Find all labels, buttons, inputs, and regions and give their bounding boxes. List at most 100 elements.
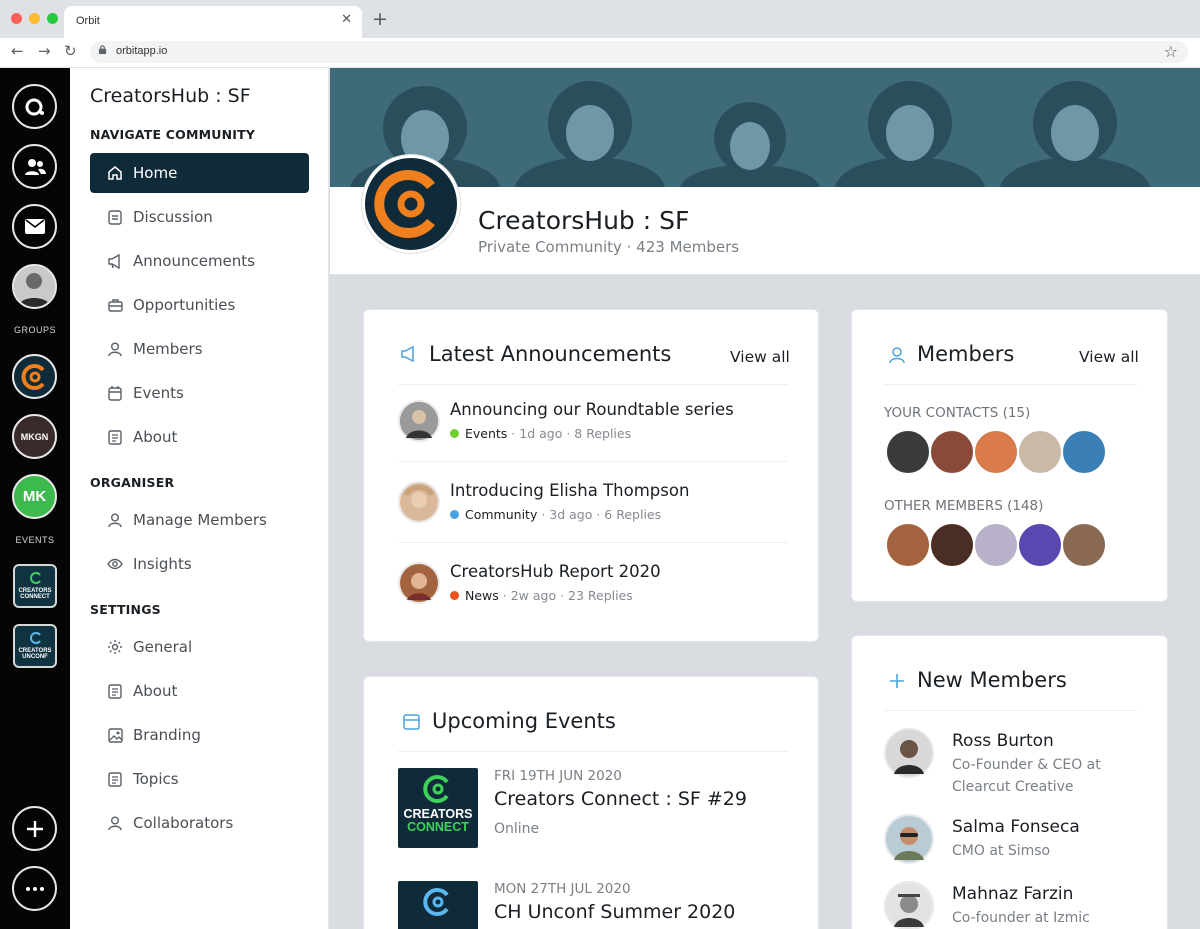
browser-tab[interactable]: Orbit ✕ <box>64 6 362 38</box>
plus-icon <box>890 674 904 688</box>
divider <box>398 751 788 752</box>
sidebar-item-manage-members[interactable]: Manage Members <box>90 500 309 540</box>
back-icon[interactable]: ← <box>11 42 24 60</box>
announcement-meta: Events · 1d ago · 8 Replies <box>450 426 631 441</box>
sidebar-item-branding[interactable]: Branding <box>90 715 309 755</box>
event-item[interactable]: MON 27TH JUL 2020 CH Unconf Summer 2020 <box>398 881 788 929</box>
new-members-card: New Members Ross Burton Co-Founder & CEO… <box>851 635 1168 929</box>
sidebar-item-general[interactable]: General <box>90 627 309 667</box>
category-dot-icon <box>450 591 459 600</box>
new-tab-button[interactable]: + <box>372 8 388 30</box>
avatar[interactable] <box>973 429 1019 475</box>
divider <box>398 461 788 462</box>
person-icon <box>107 341 123 357</box>
announcement-meta: News · 2w ago · 23 Replies <box>450 588 633 603</box>
document-icon <box>107 771 123 787</box>
sidebar-item-label: Manage Members <box>133 511 267 529</box>
group-mkgn-text: MKGN <box>20 431 49 442</box>
organiser-section-title: ORGANISER <box>90 475 175 490</box>
announcement-avatar <box>398 562 440 604</box>
announcement-stats: · 3d ago · 6 Replies <box>537 507 662 522</box>
event-thumbnail: CREATORS CONNECT <box>398 768 478 848</box>
sidebar-item-label: Members <box>133 340 203 358</box>
event-creators-unconf-text: CREATORS UNCONF <box>18 648 52 660</box>
close-tab-icon[interactable]: ✕ <box>341 12 352 27</box>
event-date: FRI 19TH JUN 2020 <box>494 768 622 784</box>
discussion-icon <box>107 209 123 225</box>
new-member-avatar <box>884 881 934 929</box>
members-view-all-link[interactable]: View all <box>1079 348 1139 366</box>
forward-icon[interactable]: → <box>38 42 51 60</box>
reload-icon[interactable]: ↻ <box>64 42 77 60</box>
announcement-category[interactable]: Community <box>465 507 537 522</box>
avatar[interactable] <box>929 522 975 568</box>
sidebar-item-collaborators[interactable]: Collaborators <box>90 803 309 843</box>
calendar-icon <box>107 385 123 401</box>
avatar[interactable] <box>1061 429 1107 475</box>
sidebar-item-announcements[interactable]: Announcements <box>90 241 309 281</box>
events-card: Upcoming Events CREATORS CONNECT FRI 19T… <box>363 676 819 929</box>
announcement-item[interactable]: Announcing our Roundtable series Events … <box>398 400 788 450</box>
announcement-avatar <box>398 481 440 523</box>
new-member-item[interactable]: Ross Burton Co-Founder & CEO at Clearcut… <box>884 728 1144 798</box>
sidebar-item-topics[interactable]: Topics <box>90 759 309 799</box>
new-member-name: Mahnaz Farzin <box>952 884 1074 904</box>
add-community-button[interactable] <box>12 806 57 851</box>
sidebar-item-label: Home <box>133 164 178 182</box>
announcement-item[interactable]: Introducing Elisha Thompson Community · … <box>398 481 788 531</box>
avatar[interactable] <box>1017 522 1063 568</box>
community-sidebar: CreatorsHub : SF NAVIGATE COMMUNITY Home… <box>70 68 329 929</box>
maximize-window-button[interactable] <box>47 13 58 24</box>
announcement-title: Announcing our Roundtable series <box>450 400 734 419</box>
community-banner-image <box>330 68 1200 187</box>
address-bar[interactable]: orbitapp.io ☆ <box>90 41 1188 63</box>
more-options-button[interactable] <box>12 866 57 911</box>
avatar[interactable] <box>885 522 931 568</box>
settings-section-title: SETTINGS <box>90 602 161 617</box>
sidebar-item-settings-about[interactable]: About <box>90 671 309 711</box>
group-madeinmk-button[interactable]: MK <box>12 474 57 519</box>
announcement-category[interactable]: News <box>465 588 499 603</box>
announcements-view-all-link[interactable]: View all <box>730 348 790 366</box>
new-member-item[interactable]: Mahnaz Farzin Co-founder at Izmic <box>884 881 1144 929</box>
event-creators-connect-button[interactable]: CREATORS CONNECT <box>13 564 57 608</box>
creators-unconf-logo-icon <box>30 632 41 644</box>
sidebar-item-discussion[interactable]: Discussion <box>90 197 309 237</box>
tab-strip: Orbit ✕ + <box>0 0 1200 38</box>
close-window-button[interactable] <box>11 13 22 24</box>
sidebar-item-opportunities[interactable]: Opportunities <box>90 285 309 325</box>
people-button[interactable] <box>12 144 57 189</box>
avatar[interactable] <box>929 429 975 475</box>
bookmark-star-icon[interactable]: ☆ <box>1164 42 1178 61</box>
minimize-window-button[interactable] <box>29 13 40 24</box>
community-header <box>330 187 1200 275</box>
new-member-item[interactable]: Salma Fonseca CMO at Simso <box>884 814 1144 870</box>
orbit-home-button[interactable] <box>12 84 57 129</box>
sidebar-item-insights[interactable]: Insights <box>90 544 309 584</box>
group-creatorshub-button[interactable] <box>12 354 57 399</box>
sidebar-item-label: Announcements <box>133 252 255 270</box>
megaphone-icon <box>401 345 414 363</box>
sidebar-item-events[interactable]: Events <box>90 373 309 413</box>
messages-button[interactable] <box>12 204 57 249</box>
avatar[interactable] <box>973 522 1019 568</box>
sidebar-item-about[interactable]: About <box>90 417 309 457</box>
avatar[interactable] <box>1017 429 1063 475</box>
tab-title: Orbit <box>76 15 100 27</box>
event-creators-unconf-button[interactable]: CREATORS UNCONF <box>13 624 57 668</box>
sidebar-item-members[interactable]: Members <box>90 329 309 369</box>
group-mkgn-button[interactable]: MKGN <box>12 414 57 459</box>
sidebar-item-home[interactable]: Home <box>90 153 309 193</box>
avatar[interactable] <box>885 429 931 475</box>
megaphone-icon <box>107 253 123 269</box>
page-subtitle: Private Community · 423 Members <box>478 238 740 256</box>
announcement-category[interactable]: Events <box>465 426 507 441</box>
avatar[interactable] <box>1061 522 1107 568</box>
sidebar-item-label: Insights <box>133 555 192 573</box>
divider <box>884 384 1137 385</box>
announcement-item[interactable]: CreatorsHub Report 2020 News · 2w ago · … <box>398 562 788 612</box>
profile-avatar[interactable] <box>12 264 57 309</box>
divider <box>884 710 1137 711</box>
event-item[interactable]: CREATORS CONNECT FRI 19TH JUN 2020 Creat… <box>398 768 788 848</box>
event-creators-connect-text: CREATORS CONNECT <box>18 588 52 600</box>
